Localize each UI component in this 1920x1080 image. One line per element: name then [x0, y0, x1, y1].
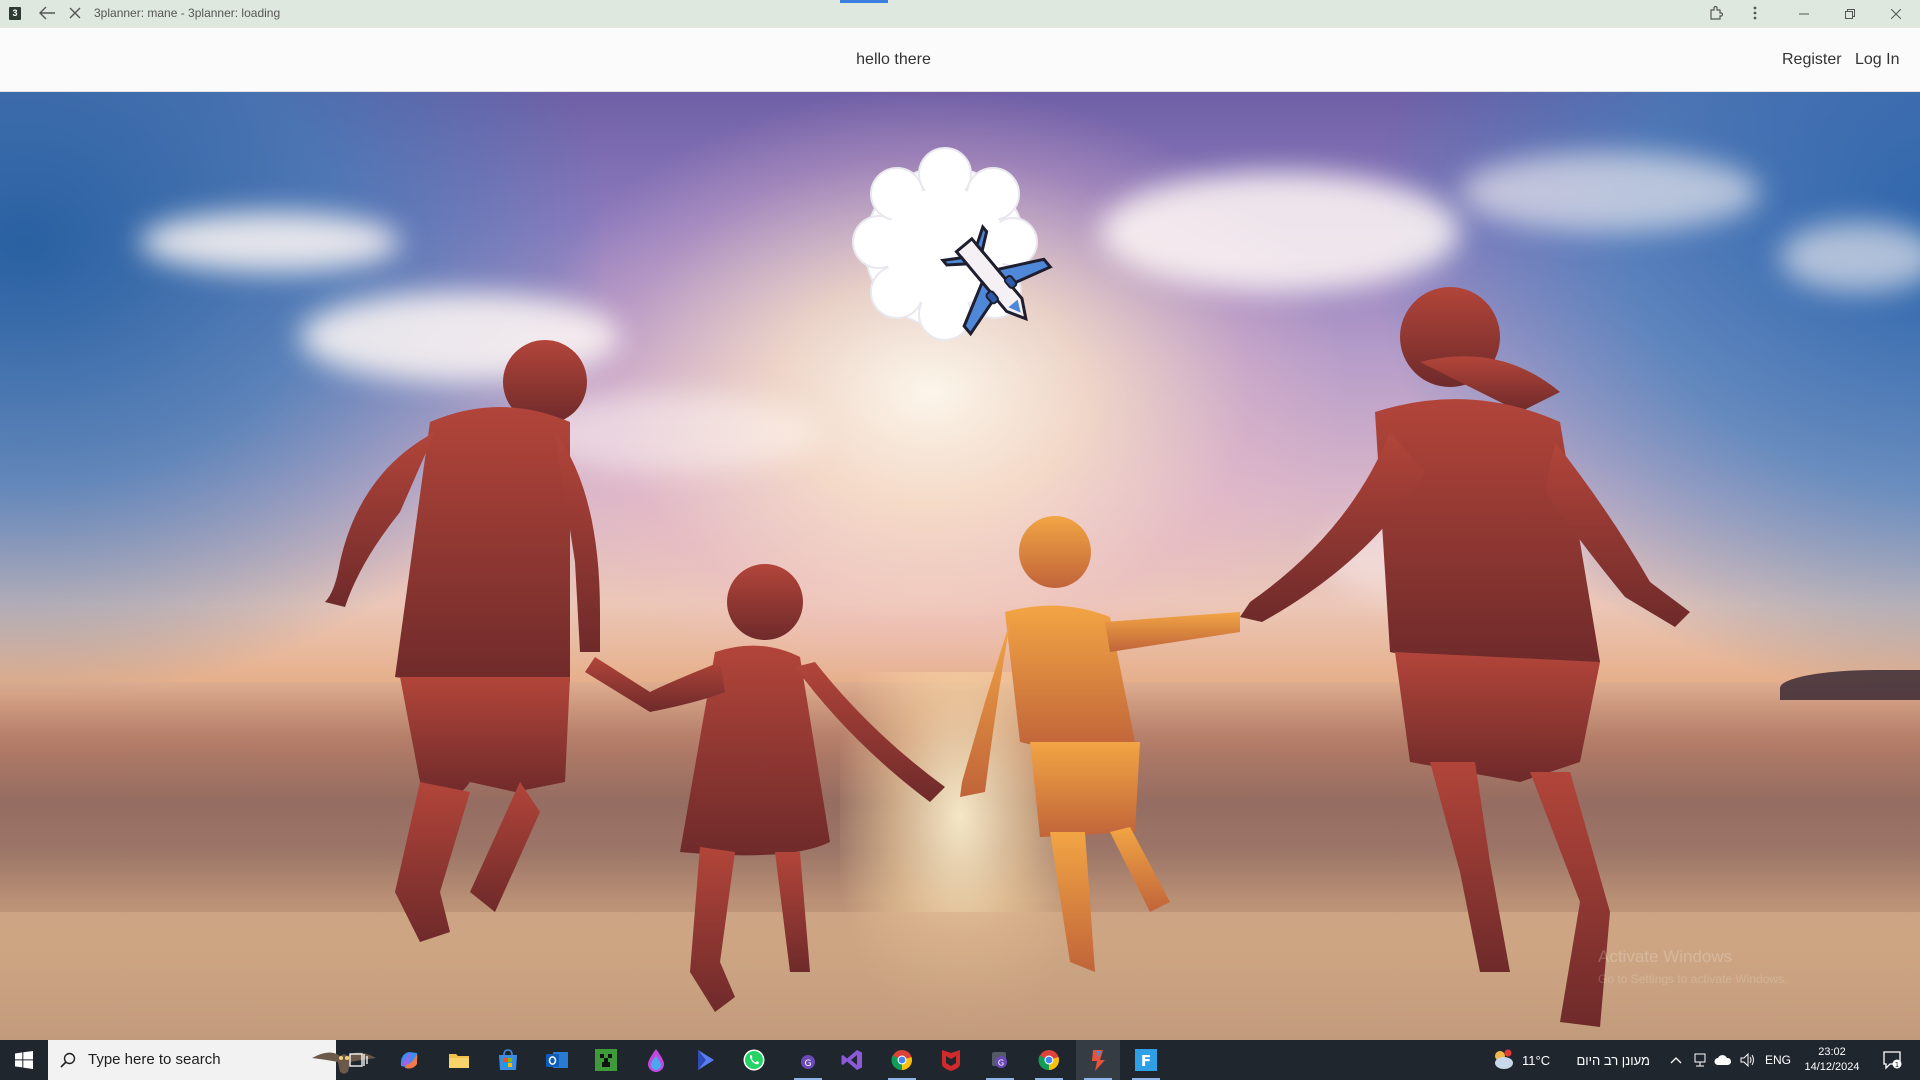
extensions-icon[interactable] [1703, 2, 1729, 24]
drop-app-icon[interactable] [634, 1040, 678, 1080]
microsoft-store-icon[interactable] [486, 1040, 530, 1080]
video-app-icon[interactable] [683, 1040, 727, 1080]
app-g2-icon[interactable]: G [978, 1040, 1022, 1080]
task-view-icon[interactable] [337, 1040, 381, 1080]
chevron-up-icon[interactable] [1665, 1040, 1687, 1080]
app-title-bar: 3 3planner: mane - 3planner: loading [0, 0, 1920, 27]
activate-windows-subtitle: Go to Settings to activate Windows. [1598, 972, 1788, 986]
taskbar-clock[interactable]: 23:02 14/12/2024 [1797, 1040, 1867, 1080]
activate-windows-watermark: Activate Windows [1598, 947, 1733, 966]
windows-taskbar: Type here to search G G F 11°C מעונן רב … [0, 1040, 1920, 1080]
mcafee-icon[interactable] [929, 1040, 973, 1080]
back-arrow-icon[interactable] [34, 2, 60, 24]
login-link[interactable]: Log In [1855, 28, 1899, 93]
visual-studio-icon[interactable] [830, 1040, 874, 1080]
airplane-cloud-logo-icon [845, 142, 1055, 352]
language-indicator[interactable]: ENG [1765, 1040, 1791, 1080]
navbar-brand[interactable]: hello there [0, 28, 1787, 93]
volume-icon[interactable] [1737, 1040, 1759, 1080]
more-vert-icon[interactable] [1743, 2, 1767, 24]
cloudy-icon [1495, 1049, 1513, 1069]
close-button[interactable] [1873, 0, 1919, 27]
app-icon: 3 [9, 7, 21, 20]
hero-background-image: Activate Windows Go to Settings to activ… [0, 92, 1920, 1040]
svg-text:1: 1 [1895, 1061, 1899, 1069]
active-app-icon[interactable] [1076, 1040, 1120, 1080]
minecraft-icon[interactable] [584, 1040, 628, 1080]
chrome-icon[interactable] [880, 1040, 924, 1080]
taskbar-search-box[interactable]: Type here to search [48, 1040, 376, 1080]
active-app-2-icon[interactable]: F [1124, 1040, 1168, 1080]
clock-time: 23:02 [1818, 1046, 1846, 1058]
onedrive-cloud-icon[interactable] [1712, 1040, 1734, 1080]
copilot-icon[interactable] [387, 1040, 431, 1080]
clock-date: 14/12/2024 [1804, 1061, 1860, 1073]
chrome-2-icon[interactable] [1027, 1040, 1071, 1080]
svg-text:G: G [805, 1059, 812, 1069]
svg-text:F: F [1141, 1052, 1151, 1070]
whatsapp-icon[interactable] [732, 1040, 776, 1080]
network-icon[interactable] [1689, 1040, 1711, 1080]
minimize-button[interactable] [1781, 0, 1827, 27]
search-icon [60, 1052, 76, 1068]
outlook-icon[interactable] [535, 1040, 579, 1080]
stop-loading-icon[interactable] [63, 2, 87, 24]
loading-progress-bar [840, 0, 888, 3]
weather-label: מעונן רב היום [1576, 1052, 1650, 1068]
register-link[interactable]: Register [1782, 28, 1842, 93]
window-title: 3planner: mane - 3planner: loading [94, 6, 281, 20]
app-g1-icon[interactable]: G [786, 1040, 830, 1080]
notification-icon[interactable]: 1 [1872, 1040, 1912, 1080]
windows-start-icon[interactable] [0, 1040, 48, 1080]
site-navbar: hello there Register Log In [0, 27, 1920, 92]
svg-text:G: G [998, 1059, 1004, 1068]
search-placeholder: Type here to search [88, 1051, 221, 1068]
file-explorer-icon[interactable] [437, 1040, 481, 1080]
restore-button[interactable] [1827, 0, 1873, 27]
